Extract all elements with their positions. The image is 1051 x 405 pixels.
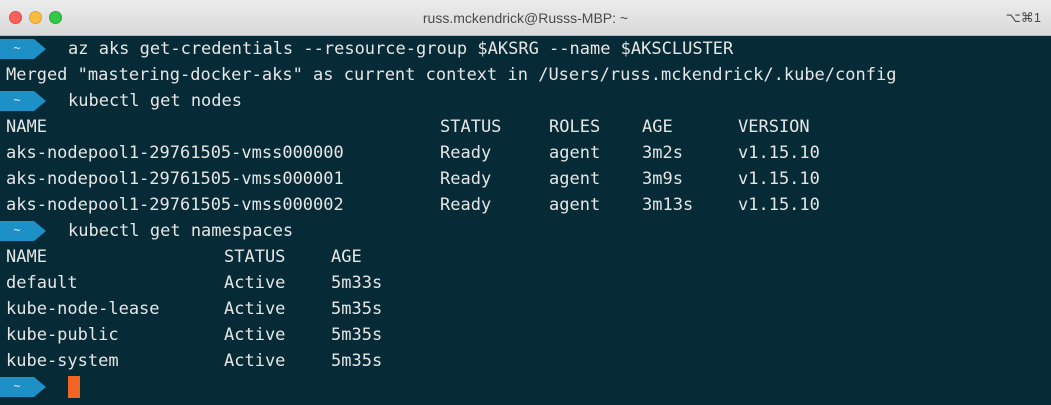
command-text: kubectl get namespaces <box>68 221 294 241</box>
tab-shortcut-label: ⌥⌘1 <box>1005 10 1041 25</box>
terminal-window: russ.mckendrick@Russs-MBP: ~ ⌥⌘1 ~ az ak… <box>0 0 1051 405</box>
namespace-age-cell: 5m35s <box>331 299 383 319</box>
node-roles-cell: agent <box>549 195 601 215</box>
window-title: russ.mckendrick@Russs-MBP: ~ <box>422 10 629 26</box>
home-directory-icon: ~ <box>13 379 21 393</box>
table-row: aks-nodepool1-29761505-vmss000000 Ready … <box>6 140 1046 166</box>
table-row: default Active 5m33s <box>6 270 606 296</box>
title-bar: russ.mckendrick@Russs-MBP: ~ ⌥⌘1 <box>0 0 1051 36</box>
namespace-age-cell: 5m35s <box>331 325 383 345</box>
namespace-status-cell: Active <box>224 299 286 319</box>
node-version-cell: v1.15.10 <box>738 169 820 189</box>
text-cursor[interactable] <box>68 376 80 398</box>
node-age-cell: 3m2s <box>642 143 683 163</box>
command-text: az aks get-credentials --resource-group … <box>68 39 734 59</box>
column-header: AGE <box>642 117 673 137</box>
namespace-name-cell: kube-system <box>6 351 119 371</box>
node-roles-cell: agent <box>549 169 601 189</box>
command-text: kubectl get nodes <box>68 91 242 111</box>
node-status-cell: Ready <box>440 143 492 163</box>
node-status-cell: Ready <box>440 195 492 215</box>
column-header: STATUS <box>224 247 286 267</box>
node-status-cell: Ready <box>440 169 492 189</box>
namespace-status-cell: Active <box>224 351 286 371</box>
prompt-badge: ~ <box>0 221 46 241</box>
node-name-cell: aks-nodepool1-29761505-vmss000002 <box>6 195 344 215</box>
column-header: STATUS <box>440 117 502 137</box>
prompt-badge: ~ <box>0 91 46 111</box>
node-roles-cell: agent <box>549 143 601 163</box>
terminal-output[interactable]: ~ az aks get-credentials --resource-grou… <box>0 36 1051 405</box>
prompt-badge: ~ <box>0 377 46 397</box>
node-age-cell: 3m9s <box>642 169 683 189</box>
table-row: aks-nodepool1-29761505-vmss000002 Ready … <box>6 192 1046 218</box>
node-version-cell: v1.15.10 <box>738 195 820 215</box>
node-name-cell: aks-nodepool1-29761505-vmss000001 <box>6 169 344 189</box>
home-directory-icon: ~ <box>13 93 21 107</box>
column-header: AGE <box>331 247 362 267</box>
namespaces-table-header: NAME STATUS AGE <box>6 244 606 270</box>
namespace-name-cell: kube-public <box>6 325 119 345</box>
column-header: ROLES <box>549 117 601 137</box>
table-row: kube-system Active 5m35s <box>6 348 606 374</box>
prompt-badge: ~ <box>0 39 46 59</box>
namespace-status-cell: Active <box>224 273 286 293</box>
table-row: kube-node-lease Active 5m35s <box>6 296 606 322</box>
namespace-status-cell: Active <box>224 325 286 345</box>
home-directory-icon: ~ <box>13 41 21 55</box>
namespace-age-cell: 5m35s <box>331 351 383 371</box>
column-header: NAME <box>6 247 47 267</box>
column-header: NAME <box>6 117 47 137</box>
namespace-name-cell: default <box>6 273 78 293</box>
nodes-table-header: NAME STATUS ROLES AGE VERSION <box>6 114 1046 140</box>
command-line: ~ az aks get-credentials --resource-grou… <box>0 36 733 62</box>
command-line: ~ kubectl get nodes <box>0 88 242 114</box>
node-age-cell: 3m13s <box>642 195 694 215</box>
home-directory-icon: ~ <box>13 223 21 237</box>
node-name-cell: aks-nodepool1-29761505-vmss000000 <box>6 143 344 163</box>
active-prompt-line[interactable]: ~ <box>0 374 200 400</box>
namespace-age-cell: 5m33s <box>331 273 383 293</box>
table-row: kube-public Active 5m35s <box>6 322 606 348</box>
table-row: aks-nodepool1-29761505-vmss000001 Ready … <box>6 166 1046 192</box>
namespace-name-cell: kube-node-lease <box>6 299 160 319</box>
column-header: VERSION <box>738 117 810 137</box>
node-version-cell: v1.15.10 <box>738 143 820 163</box>
command-line: ~ kubectl get namespaces <box>0 218 293 244</box>
command-output-line: Merged "mastering-docker-aks" as current… <box>6 65 897 85</box>
